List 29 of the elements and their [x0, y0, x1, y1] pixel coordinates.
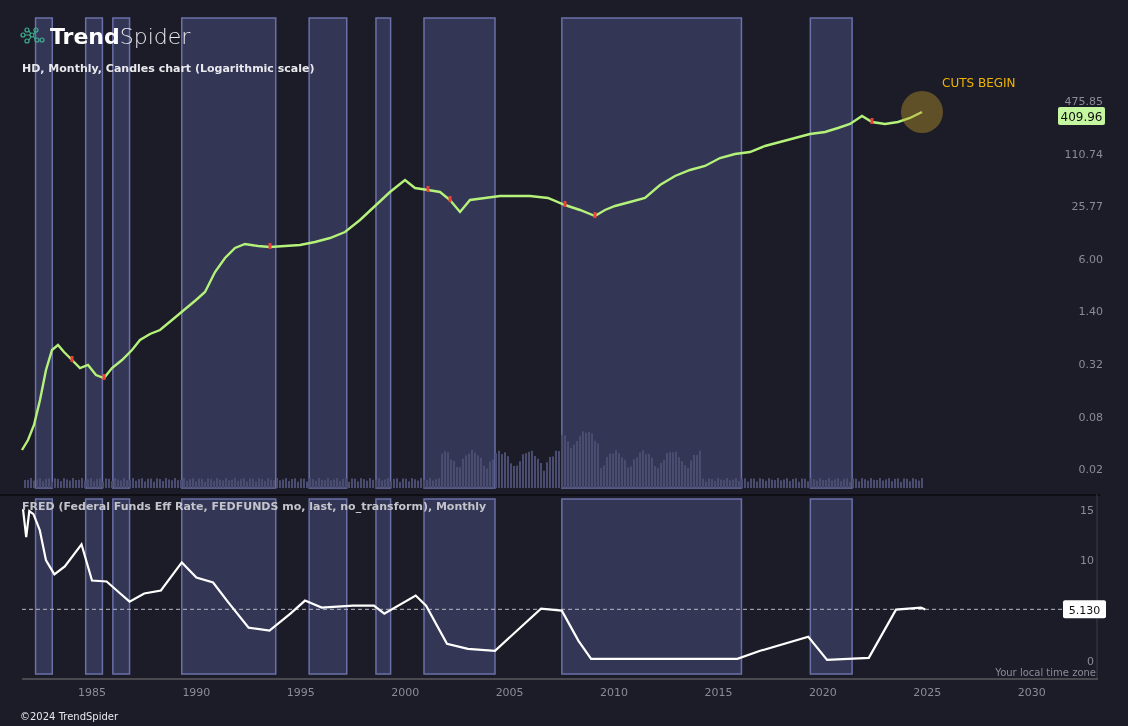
axis-label: 475.85 — [1064, 95, 1103, 108]
axis-label: 2020 — [808, 686, 837, 699]
timezone-note: Your local time zone — [995, 667, 1096, 678]
axis-label: 6.00 — [1078, 252, 1103, 266]
ref-line-label: 5.130 — [1068, 603, 1101, 617]
axis-label: 10 — [1080, 554, 1094, 568]
logo-icon — [20, 27, 45, 44]
axis-label: 15 — [1080, 504, 1094, 518]
annotation-label: CUTS BEGIN — [942, 76, 1016, 90]
axis-label: 2000 — [391, 686, 420, 699]
copyright-text: ©2024 TrendSpider — [20, 711, 119, 722]
axis-label: 2025 — [913, 686, 942, 699]
axis-label: 1985 — [77, 686, 106, 699]
axis-label: 0.32 — [1078, 358, 1103, 371]
axis-label: 0.08 — [1078, 410, 1103, 424]
axis-label: 1995 — [286, 686, 315, 699]
axis-label: 1.40 — [1078, 305, 1103, 319]
highlight-circle — [901, 91, 943, 133]
axis-label: 2005 — [495, 686, 524, 699]
last-price-label: 409.96 — [1058, 107, 1105, 125]
axis-label: 25.77 — [1071, 200, 1103, 214]
axis-label: 2015 — [704, 686, 733, 699]
axis-label: 110.74 — [1064, 147, 1103, 161]
axis-label: 2030 — [1017, 686, 1046, 699]
axis-label: 2010 — [600, 686, 629, 699]
last-value-label: 5.130 — [1063, 600, 1106, 619]
axis-label: 1990 — [182, 686, 211, 699]
axis-label: 0.02 — [1078, 463, 1103, 477]
axis-label: 0 — [1087, 654, 1094, 668]
